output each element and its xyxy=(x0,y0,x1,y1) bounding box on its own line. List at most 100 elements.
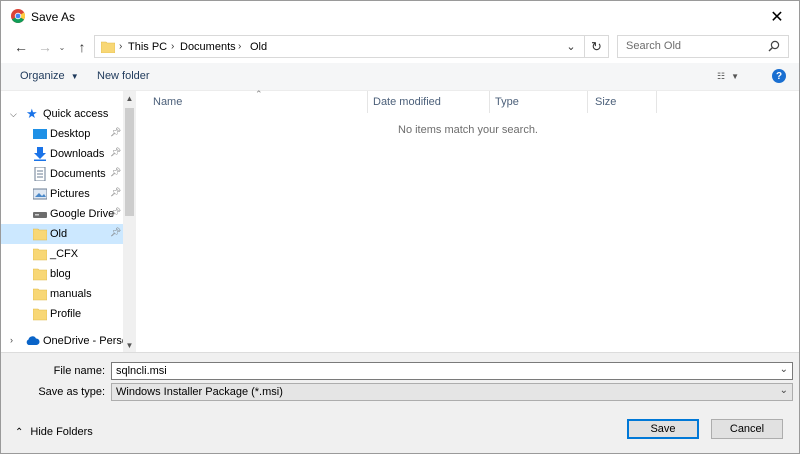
tree-item-blog[interactable]: blog xyxy=(1,264,123,284)
pin-icon[interactable]: 📌︎ xyxy=(110,167,121,178)
breadcrumb-this-pc[interactable]: This PC xyxy=(128,41,167,53)
cancel-button[interactable]: Cancel xyxy=(711,419,783,439)
star-icon: ★ xyxy=(26,106,38,121)
save-form: File name: sqlncli.msi ⌄ Save as type: W… xyxy=(1,352,799,453)
breadcrumb-old[interactable]: Old xyxy=(250,41,267,53)
scrollbar-thumb[interactable] xyxy=(125,108,134,216)
navigation-pane: ⌵ ★ Quick access Desktop 📌︎ Downloads 📌︎… xyxy=(1,91,137,352)
tree-item-label: Quick access xyxy=(43,108,109,120)
save-as-type-value: Windows Installer Package (*.msi) xyxy=(116,386,283,398)
desktop-icon xyxy=(33,129,47,139)
downloads-icon xyxy=(34,147,46,161)
address-row: ← → ⌄ ↑ › This PC › Documents › Old ⌄ ↻ xyxy=(1,32,799,62)
folder-icon xyxy=(33,268,47,281)
save-as-type-label: Save as type: xyxy=(38,386,105,398)
recent-locations-button[interactable]: ⌄ xyxy=(56,36,68,58)
column-header-date-modified[interactable]: Date modified xyxy=(373,91,489,113)
empty-message: No items match your search. xyxy=(398,124,538,136)
tree-item-old[interactable]: Old 📌︎ xyxy=(1,224,123,244)
save-as-dialog: Save As ✕ ← → ⌄ ↑ › This PC › Documents … xyxy=(0,0,800,454)
scroll-up-icon[interactable]: ▲ xyxy=(123,91,136,105)
folder-icon xyxy=(101,41,115,53)
address-dropdown-button[interactable]: ⌄ xyxy=(561,35,581,58)
search-input[interactable] xyxy=(626,40,756,52)
pin-icon[interactable]: 📌︎ xyxy=(110,207,121,218)
breadcrumb-documents[interactable]: Documents xyxy=(180,41,236,53)
chevron-up-icon: ⌃ xyxy=(15,426,24,438)
forward-button[interactable]: → xyxy=(35,36,55,58)
save-button[interactable]: Save xyxy=(627,419,699,439)
tree-item-profile[interactable]: Profile xyxy=(1,304,123,324)
caret-down-icon: ▼ xyxy=(70,72,79,81)
pin-icon[interactable]: 📌︎ xyxy=(110,127,121,138)
arrow-left-icon: ← xyxy=(14,39,28,55)
column-divider[interactable] xyxy=(489,91,490,113)
folder-icon xyxy=(33,248,47,261)
tree-item-onedrive[interactable]: › OneDrive - Persor xyxy=(1,331,132,351)
tree-item-pictures[interactable]: Pictures 📌︎ xyxy=(1,184,123,204)
refresh-button[interactable]: ↻ xyxy=(584,35,608,58)
tree-item-downloads[interactable]: Downloads 📌︎ xyxy=(1,144,123,164)
folder-icon xyxy=(33,288,47,301)
nav-scrollbar[interactable]: ▲ ▼ xyxy=(123,91,136,352)
column-divider[interactable] xyxy=(656,91,657,113)
file-list: ⌃ Name Date modified Type Size No items … xyxy=(137,89,799,352)
folder-icon xyxy=(33,228,47,241)
save-as-type-select[interactable]: Windows Installer Package (*.msi) ⌄ xyxy=(111,383,793,401)
command-bar: Organize ▼ New folder ☷ ▼ ? xyxy=(1,63,799,91)
window-title: Save As xyxy=(31,10,76,24)
chevron-down-icon: ⌵ xyxy=(10,109,17,119)
close-icon: ✕ xyxy=(770,8,784,26)
close-button[interactable]: ✕ xyxy=(755,1,799,32)
pin-icon[interactable]: 📌︎ xyxy=(110,227,121,238)
up-button[interactable]: ↑ xyxy=(72,36,92,58)
tree-item-google-drive[interactable]: Google Drive 📌︎ xyxy=(1,204,123,224)
cloud-icon xyxy=(26,336,40,345)
breadcrumb-separator: › xyxy=(238,41,242,52)
column-header-name[interactable]: Name xyxy=(153,91,367,113)
caret-down-icon: ▼ xyxy=(731,71,739,81)
column-header-type[interactable]: Type xyxy=(495,91,587,113)
tree-item-documents[interactable]: Documents 📌︎ xyxy=(1,164,123,184)
arrow-up-icon: ↑ xyxy=(78,39,86,55)
hide-folders-button[interactable]: ⌃ Hide Folders xyxy=(15,426,93,438)
file-name-value: sqlncli.msi xyxy=(116,365,167,377)
column-divider[interactable] xyxy=(587,91,588,113)
back-button[interactable]: ← xyxy=(11,36,31,58)
breadcrumb-separator: › xyxy=(171,41,175,52)
search-box[interactable] xyxy=(617,35,789,58)
tree-item-quick-access[interactable]: ⌵ ★ Quick access xyxy=(1,104,123,124)
chevron-down-icon[interactable]: ⌄ xyxy=(780,385,788,396)
chrome-icon xyxy=(11,9,25,23)
address-bar[interactable]: › This PC › Documents › Old xyxy=(94,35,609,58)
refresh-icon: ↻ xyxy=(591,38,602,54)
breadcrumb-separator: › xyxy=(119,41,123,52)
column-header-size[interactable]: Size xyxy=(595,91,655,113)
tree-item-desktop[interactable]: Desktop 📌︎ xyxy=(1,124,123,144)
search-icon xyxy=(768,40,780,52)
new-folder-button[interactable]: New folder xyxy=(97,70,150,82)
organize-button[interactable]: Organize ▼ xyxy=(20,70,79,82)
chevron-down-icon[interactable]: ⌄ xyxy=(780,364,788,375)
column-divider[interactable] xyxy=(367,91,368,113)
file-name-label: File name: xyxy=(53,365,105,377)
file-name-input[interactable]: sqlncli.msi ⌄ xyxy=(111,362,793,380)
chevron-down-icon: ⌄ xyxy=(58,42,66,52)
tree-item-cfx[interactable]: _CFX xyxy=(1,244,123,264)
documents-icon xyxy=(34,167,46,181)
tree-item-manuals[interactable]: manuals xyxy=(1,284,123,304)
chevron-down-icon: ⌄ xyxy=(566,41,576,53)
arrow-right-icon: → xyxy=(38,39,52,55)
title-bar: Save As ✕ xyxy=(1,1,799,32)
pictures-icon xyxy=(33,188,47,200)
drive-icon xyxy=(33,212,47,218)
chevron-right-icon: › xyxy=(10,335,13,345)
help-button[interactable]: ? xyxy=(772,69,786,83)
pin-icon[interactable]: 📌︎ xyxy=(110,147,121,158)
pin-icon[interactable]: 📌︎ xyxy=(110,187,121,198)
change-view-button[interactable]: ☷ ▼ xyxy=(717,68,753,84)
scroll-down-icon[interactable]: ▼ xyxy=(123,338,136,352)
view-details-icon: ☷ xyxy=(717,70,726,81)
folder-icon xyxy=(33,308,47,321)
help-icon: ? xyxy=(775,70,783,82)
